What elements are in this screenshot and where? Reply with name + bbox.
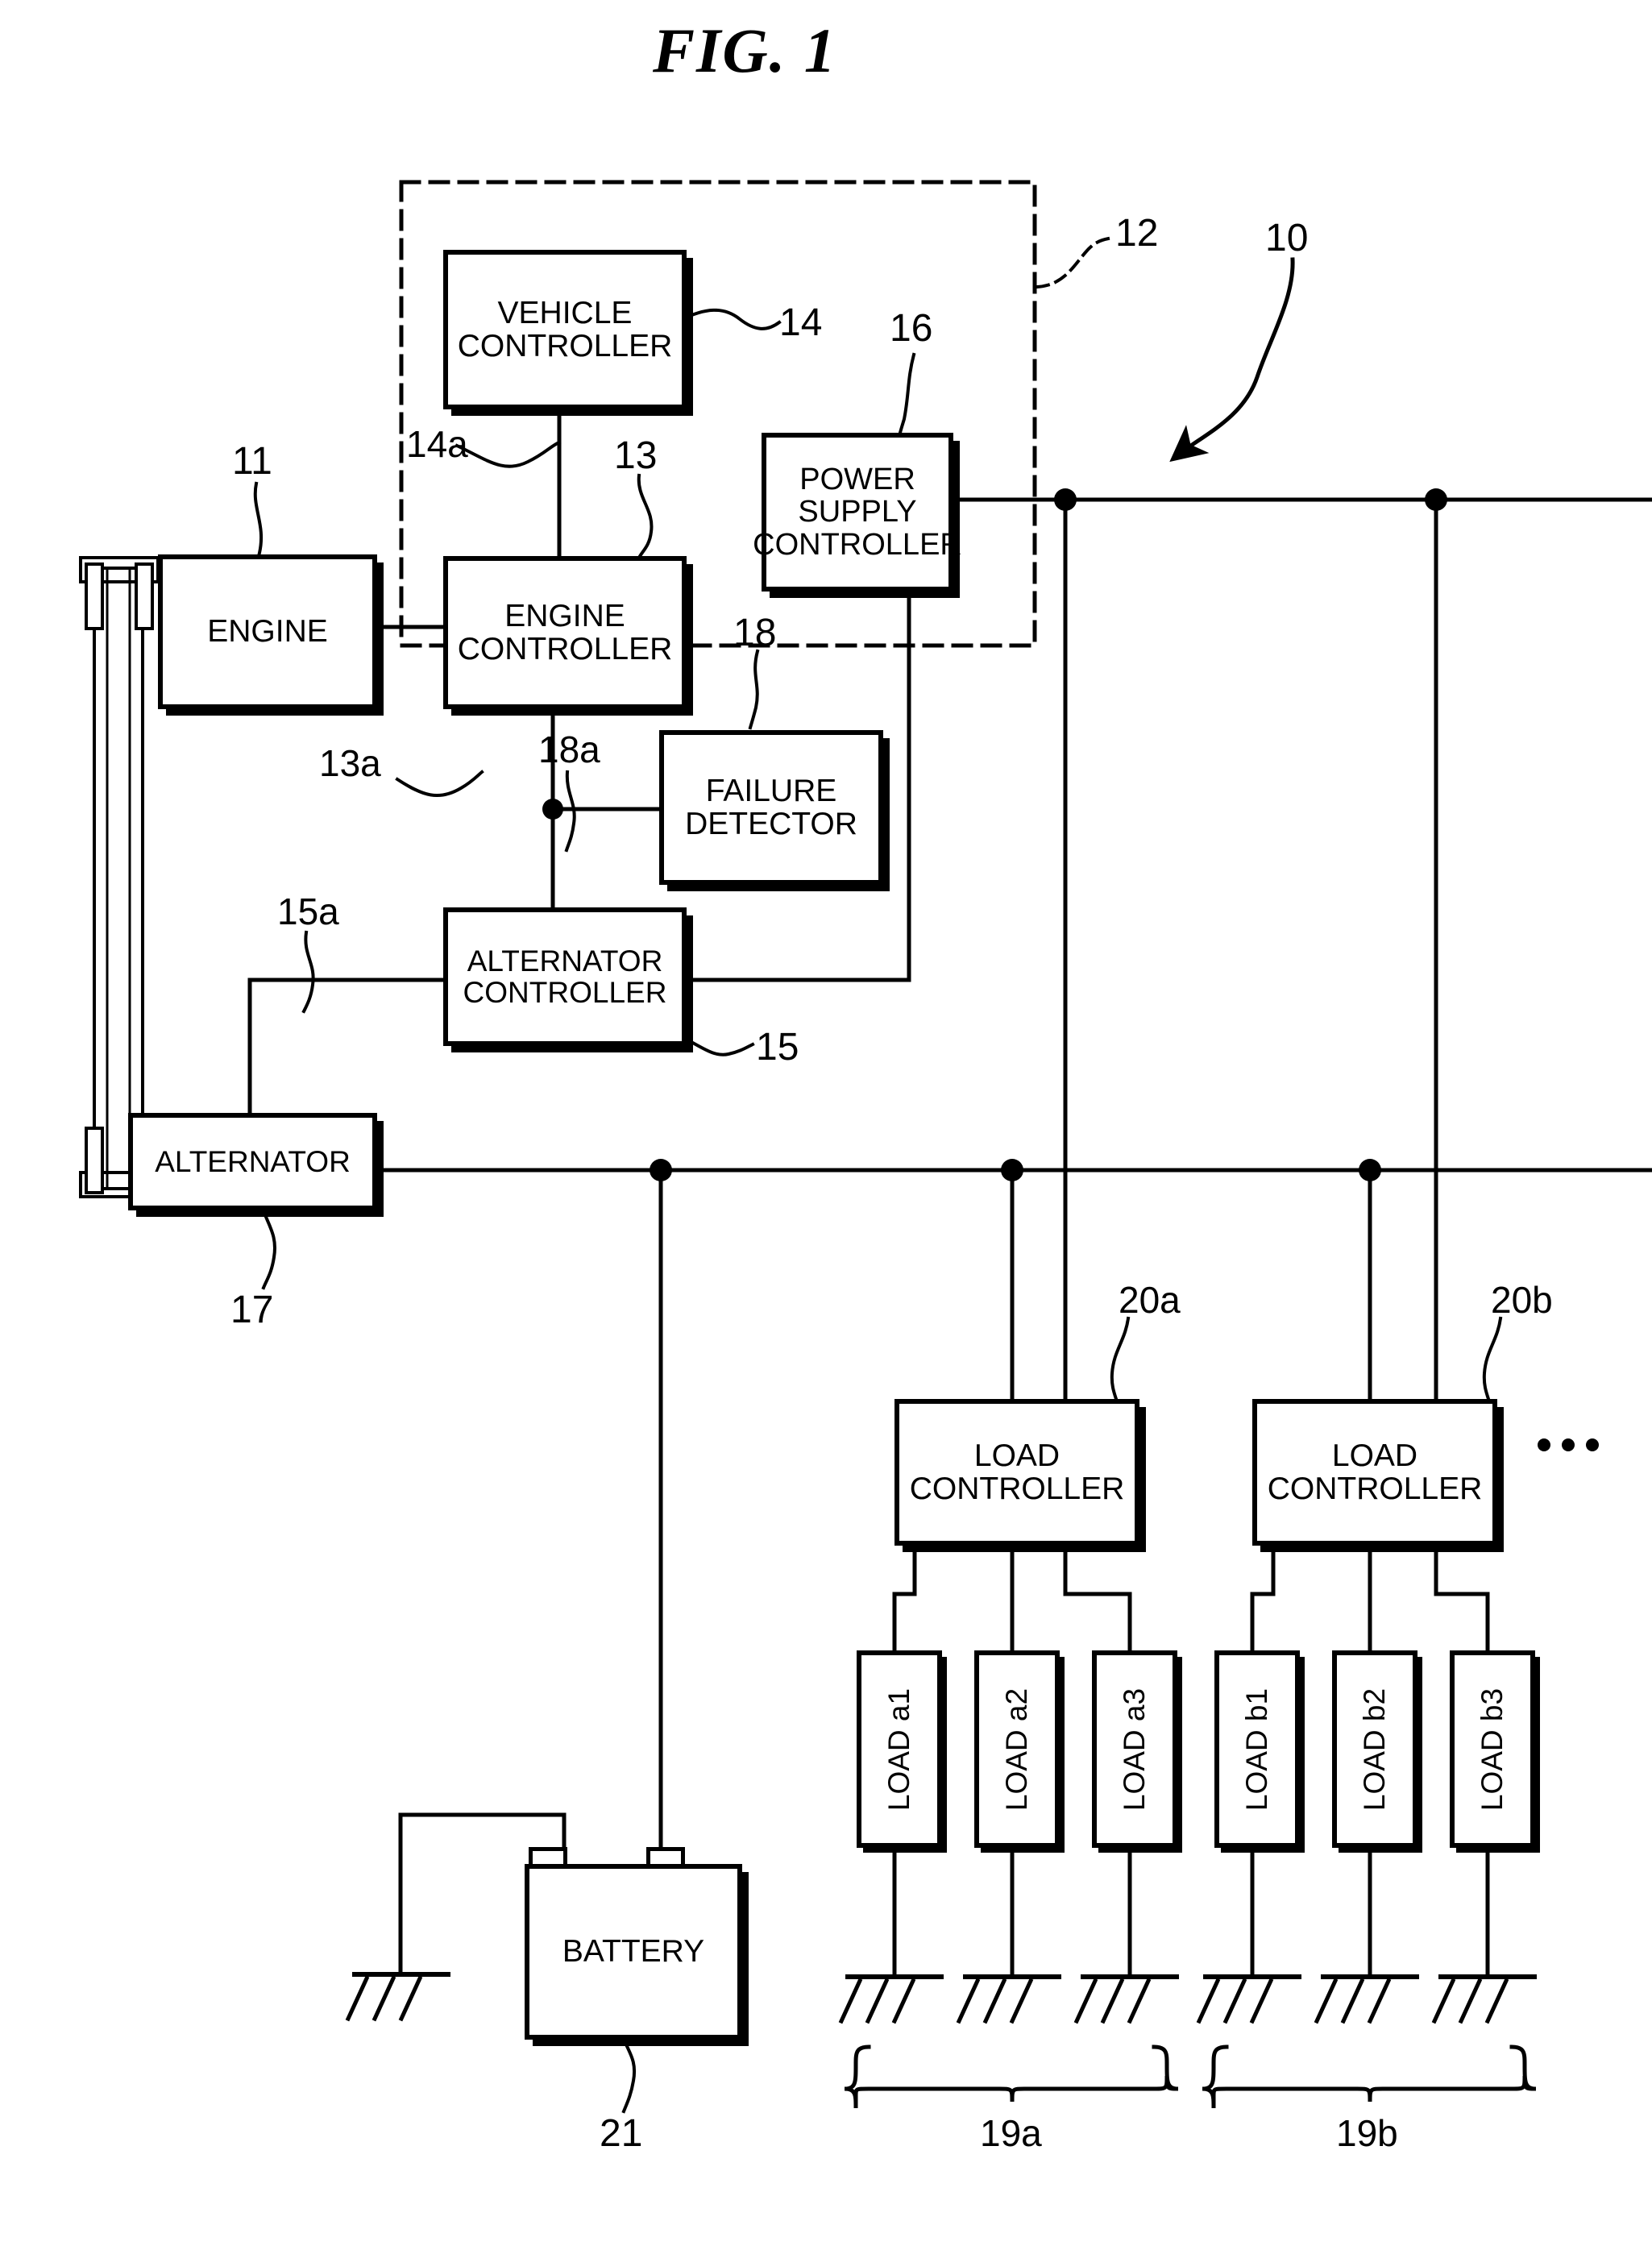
- figure-canvas: FIG. 1 VEHICLE CONTROLLER ENGINE ENGINE …: [0, 0, 1652, 2254]
- power-supply-controller-label: POWER SUPPLY CONTROLLER: [753, 463, 962, 562]
- load-controller-b-label: LOAD CONTROLLER: [1267, 1438, 1483, 1506]
- load-controller-a-label: LOAD CONTROLLER: [909, 1438, 1125, 1506]
- engine-controller-block[interactable]: ENGINE CONTROLLER: [443, 556, 687, 709]
- vehicle-controller-label: VEHICLE CONTROLLER: [457, 295, 673, 363]
- ref-19a: 19a: [980, 2112, 1042, 2154]
- alternator-label: ALTERNATOR: [155, 1144, 351, 1178]
- load-b3-label: LOAD b3: [1476, 1687, 1509, 1811]
- ref-15a: 15a: [277, 890, 339, 932]
- ref-10: 10: [1265, 217, 1309, 259]
- engine-label: ENGINE: [207, 614, 328, 650]
- engine-block[interactable]: ENGINE: [158, 554, 377, 709]
- ref-17: 17: [230, 1289, 274, 1331]
- ref-19b: 19b: [1336, 2112, 1398, 2154]
- ref-15: 15: [756, 1026, 799, 1069]
- ref-20a: 20a: [1119, 1279, 1181, 1321]
- load-controller-b-block[interactable]: LOAD CONTROLLER: [1252, 1399, 1497, 1546]
- ref-21: 21: [600, 2112, 643, 2155]
- battery-block[interactable]: BATTERY: [525, 1864, 742, 2040]
- ref-18: 18: [733, 612, 777, 654]
- load-controller-a-block[interactable]: LOAD CONTROLLER: [894, 1399, 1139, 1546]
- continuation-ellipsis-dots: [1538, 1438, 1599, 1451]
- load-a1-label: LOAD a1: [882, 1687, 915, 1811]
- ref-13a: 13a: [319, 742, 381, 784]
- brace-19b: [1202, 2044, 1537, 2109]
- ref-14: 14: [779, 301, 823, 344]
- failure-detector-label: FAILURE DETECTOR: [685, 773, 857, 841]
- alternator-controller-block[interactable]: ALTERNATOR CONTROLLER: [443, 907, 687, 1046]
- alternator-block[interactable]: ALTERNATOR: [128, 1113, 377, 1210]
- failure-detector-block[interactable]: FAILURE DETECTOR: [659, 730, 883, 885]
- ref-11: 11: [232, 440, 272, 483]
- vehicle-controller-block[interactable]: VEHICLE CONTROLLER: [443, 250, 687, 409]
- brace-19a: [844, 2044, 1179, 2109]
- ref-18a: 18a: [538, 729, 600, 770]
- load-b3-block[interactable]: LOAD b3: [1450, 1650, 1535, 1848]
- load-a3-block[interactable]: LOAD a3: [1092, 1650, 1177, 1848]
- load-a3-label: LOAD a3: [1118, 1687, 1151, 1811]
- load-a2-block[interactable]: LOAD a2: [974, 1650, 1060, 1848]
- load-b1-block[interactable]: LOAD b1: [1214, 1650, 1300, 1848]
- ref-12: 12: [1115, 212, 1159, 255]
- power-supply-controller-block[interactable]: POWER SUPPLY CONTROLLER: [753, 433, 962, 592]
- alternator-controller-label: ALTERNATOR CONTROLLER: [463, 944, 667, 1009]
- load-b2-block[interactable]: LOAD b2: [1332, 1650, 1417, 1848]
- load-a2-label: LOAD a2: [1000, 1687, 1033, 1811]
- load-b1-label: LOAD b1: [1240, 1687, 1273, 1811]
- ref-16: 16: [890, 307, 933, 350]
- ref-14a: 14a: [406, 423, 468, 465]
- load-b2-label: LOAD b2: [1358, 1687, 1391, 1811]
- ref-13: 13: [614, 434, 658, 477]
- ref-20b: 20b: [1491, 1279, 1553, 1321]
- load-a1-block[interactable]: LOAD a1: [857, 1650, 942, 1848]
- battery-label: BATTERY: [562, 1934, 705, 1970]
- engine-controller-label: ENGINE CONTROLLER: [457, 598, 673, 666]
